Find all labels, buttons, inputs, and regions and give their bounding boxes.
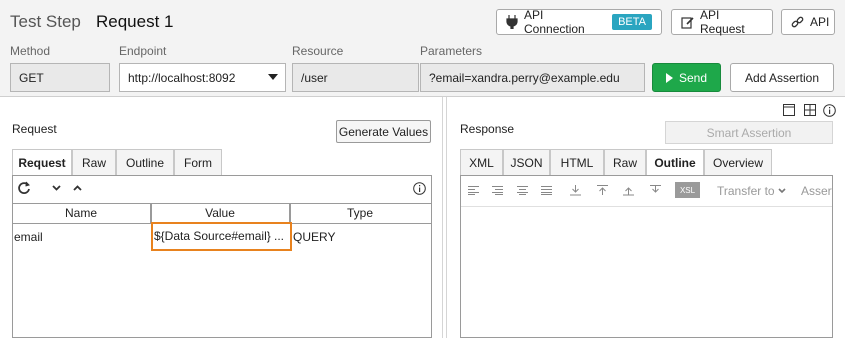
align-justify-icon xyxy=(538,182,554,198)
add-assertion-button[interactable]: Add Assertion xyxy=(730,63,834,92)
tab-label: Raw xyxy=(81,155,106,170)
add-assertion-label: Add Assertion xyxy=(744,70,820,85)
request-panel xyxy=(12,175,432,338)
tab-label: Form xyxy=(184,155,212,170)
tab-html[interactable]: HTML xyxy=(550,149,604,175)
column-header-value[interactable]: Value xyxy=(151,203,290,223)
generate-values-label: Generate Values xyxy=(338,124,429,139)
tab-xml[interactable]: XML xyxy=(460,149,503,175)
collapse-up-icon[interactable] xyxy=(71,181,83,195)
tab-outline[interactable]: Outline xyxy=(116,149,174,175)
align-center-icon xyxy=(514,182,530,198)
send-button[interactable]: Send xyxy=(652,63,721,92)
method-label: Method xyxy=(10,44,51,58)
param-name-cell[interactable]: email xyxy=(14,230,43,244)
play-icon xyxy=(665,72,673,83)
smart-assertion-label: Smart Assertion xyxy=(706,125,792,140)
edit-icon xyxy=(681,16,694,29)
response-panel xyxy=(460,175,833,338)
api-button[interactable]: API xyxy=(781,9,835,35)
info-icon[interactable] xyxy=(822,103,836,117)
resource-field[interactable]: /user xyxy=(292,63,419,92)
tab-label: JSON xyxy=(510,155,543,170)
response-section-label: Response xyxy=(460,122,515,136)
transfer-to-label: Transfer to xyxy=(717,184,775,198)
assert-label: Assert xyxy=(801,184,832,198)
endpoint-label: Endpoint xyxy=(119,44,167,58)
column-header-type[interactable]: Type xyxy=(290,203,430,223)
xsl-icon: XSL xyxy=(675,182,700,198)
tab-raw-response[interactable]: Raw xyxy=(604,149,646,175)
tab-label: Outline xyxy=(654,156,696,170)
generate-values-button[interactable]: Generate Values xyxy=(336,120,431,143)
param-value-cell[interactable]: ${Data Source#email} ... xyxy=(151,222,292,251)
table-row[interactable]: email ${Data Source#email} ... QUERY xyxy=(12,222,432,251)
send-label: Send xyxy=(678,70,708,85)
resource-value: /user xyxy=(301,70,328,85)
align-left-icon xyxy=(465,182,481,198)
expand-down-icon[interactable] xyxy=(50,181,62,195)
move-top-icon xyxy=(620,182,636,198)
transfer-to-menu: Transfer to xyxy=(717,184,786,198)
method-field[interactable]: GET xyxy=(10,63,110,92)
chevron-down-icon xyxy=(268,74,278,80)
move-up-icon xyxy=(594,182,610,198)
page-title: Request 1 xyxy=(96,12,174,31)
assert-menu: Assert xyxy=(801,184,832,198)
column-header-name[interactable]: Name xyxy=(12,203,151,223)
smart-assertion-button: Smart Assertion xyxy=(665,121,833,144)
api-connection-button[interactable]: API Connection BETA xyxy=(496,8,662,36)
endpoint-select[interactable]: http://localhost:8092 xyxy=(119,63,286,92)
tab-overview[interactable]: Overview xyxy=(704,149,772,175)
pane-divider-edge xyxy=(446,97,447,338)
link-icon xyxy=(791,16,804,29)
tab-outline-response[interactable]: Outline xyxy=(646,149,704,176)
tab-label: HTML xyxy=(560,155,594,170)
api-label: API xyxy=(810,15,830,29)
more-options-icon[interactable]: ... xyxy=(274,229,284,243)
parameters-field[interactable]: ?email=xandra.perry@example.edu xyxy=(420,63,645,92)
tab-label: Raw xyxy=(612,155,637,170)
title-prefix: Test Step xyxy=(10,12,81,31)
single-panel-icon[interactable] xyxy=(782,103,796,117)
parameters-value: ?email=xandra.perry@example.edu xyxy=(429,70,620,85)
split-panel-icon[interactable] xyxy=(803,103,817,117)
param-value-text: ${Data Source#email} xyxy=(154,229,271,243)
endpoint-value: http://localhost:8092 xyxy=(128,70,236,85)
api-request-label: API Request xyxy=(700,8,745,36)
move-down-icon xyxy=(567,182,583,198)
tab-raw[interactable]: Raw xyxy=(72,149,116,175)
chevron-down-icon xyxy=(778,188,786,194)
tab-label: Overview xyxy=(712,155,763,170)
parameters-label: Parameters xyxy=(420,44,483,58)
tab-label: Request xyxy=(18,156,66,170)
tab-form[interactable]: Form xyxy=(174,149,222,175)
params-grid-header: Name Value Type xyxy=(12,203,432,224)
tab-label: XML xyxy=(469,155,494,170)
api-connection-label: API Connection xyxy=(524,8,585,36)
api-request-button[interactable]: API Request xyxy=(671,8,773,36)
method-value: GET xyxy=(19,70,44,85)
move-bottom-icon xyxy=(647,182,663,198)
resource-label: Resource xyxy=(292,44,344,58)
tab-label: Outline xyxy=(125,155,165,170)
tab-json[interactable]: JSON xyxy=(503,149,550,175)
plug-icon xyxy=(506,15,518,29)
refresh-icon[interactable] xyxy=(16,180,32,196)
request-info-icon[interactable] xyxy=(412,181,426,195)
tab-request[interactable]: Request xyxy=(12,149,72,176)
param-type-cell[interactable]: QUERY xyxy=(293,230,335,244)
response-toolbar-border xyxy=(461,206,832,207)
xsl-label: XSL xyxy=(679,185,696,195)
beta-badge: BETA xyxy=(612,14,652,30)
request-section-label: Request xyxy=(12,122,57,136)
pane-divider[interactable] xyxy=(442,97,443,338)
indent-icon xyxy=(489,182,505,198)
